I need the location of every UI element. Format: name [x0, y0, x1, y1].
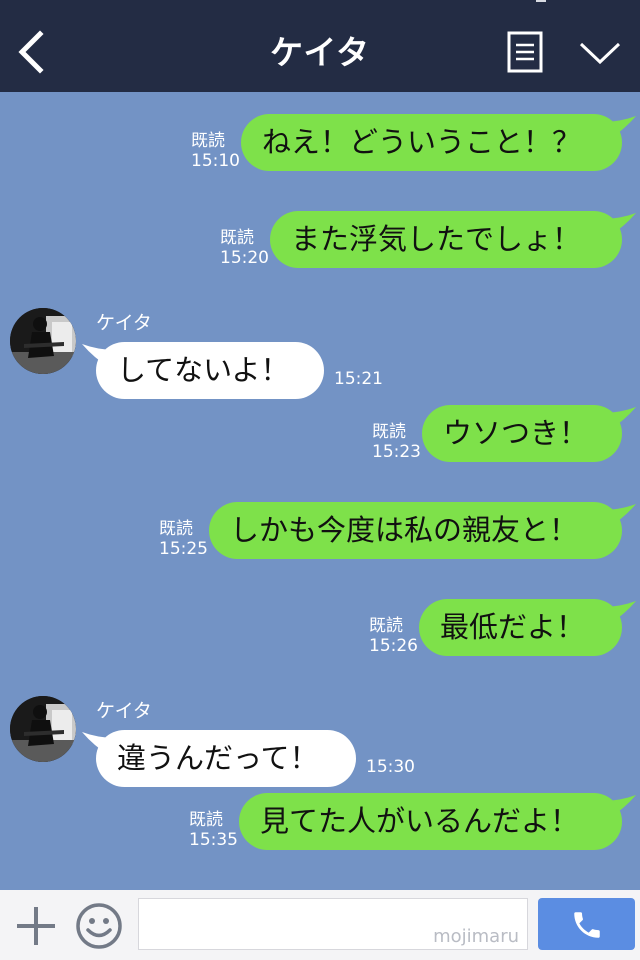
message-text: 見てた人がいるんだよ！	[260, 804, 580, 838]
back-arrow-icon[interactable]	[14, 30, 48, 74]
message-time: 15:30	[366, 757, 415, 777]
emoji-icon[interactable]	[74, 901, 124, 951]
watermark-text: mojimaru	[433, 926, 519, 947]
bubble-tail	[602, 407, 636, 431]
message-bubble[interactable]: 違うんだって！	[82, 730, 356, 787]
read-receipt: 既読	[191, 131, 225, 151]
read-receipt: 既読	[372, 422, 406, 442]
message-bubble[interactable]: 見てた人がいるんだよ！	[239, 793, 636, 850]
message-time: 15:20	[220, 248, 269, 268]
read-receipt: 既読	[369, 616, 403, 636]
message-time: 15:10	[191, 151, 240, 171]
message-time: 15:26	[369, 636, 418, 656]
notes-menu-icon[interactable]	[507, 31, 543, 73]
message-text: ウソつき！	[443, 416, 589, 450]
status-indicator	[536, 0, 546, 2]
message-meta: 既読 15:26	[369, 616, 418, 656]
message-bubble[interactable]: ねえ！どういうこと！？	[241, 114, 636, 171]
bubble-tail	[82, 344, 116, 368]
plus-icon[interactable]	[14, 904, 58, 948]
message-text: 最低だよ！	[440, 610, 586, 644]
message-time: 15:23	[372, 442, 421, 462]
call-button[interactable]	[538, 898, 635, 950]
message-text: してないよ！	[117, 353, 290, 387]
bubble-tail	[82, 732, 116, 756]
message-bubble[interactable]: してないよ！	[82, 342, 324, 399]
phone-icon	[574, 912, 600, 938]
bubble-tail	[602, 504, 636, 528]
bubble-tail	[602, 213, 636, 237]
chevron-down-icon[interactable]	[578, 38, 622, 68]
sender-name: ケイタ	[96, 312, 152, 334]
bubble-tail	[602, 116, 636, 140]
avatar[interactable]	[10, 696, 76, 762]
bubble-tail	[602, 601, 636, 625]
message-text: また浮気したでしょ！	[291, 222, 582, 256]
message-bubble[interactable]: ウソつき！	[422, 405, 636, 462]
chat-area[interactable]: 既読 15:10 ねえ！どういうこと！？ 既読 15:20 また浮気したでしょ！	[0, 92, 640, 890]
message-meta: 既読 15:25	[159, 519, 208, 559]
sender-name: ケイタ	[96, 700, 152, 722]
message-bubble[interactable]: また浮気したでしょ！	[270, 211, 636, 268]
message-meta: 既読 15:20	[220, 228, 269, 268]
read-receipt: 既読	[159, 519, 193, 539]
bubble-tail	[602, 795, 636, 819]
avatar[interactable]	[10, 308, 76, 374]
message-time: 15:21	[334, 369, 383, 389]
message-bubble[interactable]: しかも今度は私の親友と！	[209, 502, 636, 559]
message-bubble[interactable]: 最低だよ！	[419, 599, 636, 656]
chat-header: ケイタ	[0, 0, 640, 92]
read-receipt: 既読	[189, 810, 223, 830]
chat-title: ケイタ	[269, 33, 371, 72]
message-time: 15:35	[189, 830, 238, 850]
message-text: 違うんだって！	[117, 741, 319, 775]
message-meta: 既読 15:10	[191, 131, 240, 171]
message-text: ねえ！どういうこと！？	[262, 125, 582, 159]
message-input[interactable]: mojimaru	[138, 898, 528, 950]
message-meta: 既読 15:23	[372, 422, 421, 462]
message-time: 15:25	[159, 539, 208, 559]
read-receipt: 既読	[220, 228, 254, 248]
message-meta: 既読 15:35	[189, 810, 238, 850]
message-text: しかも今度は私の親友と！	[230, 513, 579, 547]
